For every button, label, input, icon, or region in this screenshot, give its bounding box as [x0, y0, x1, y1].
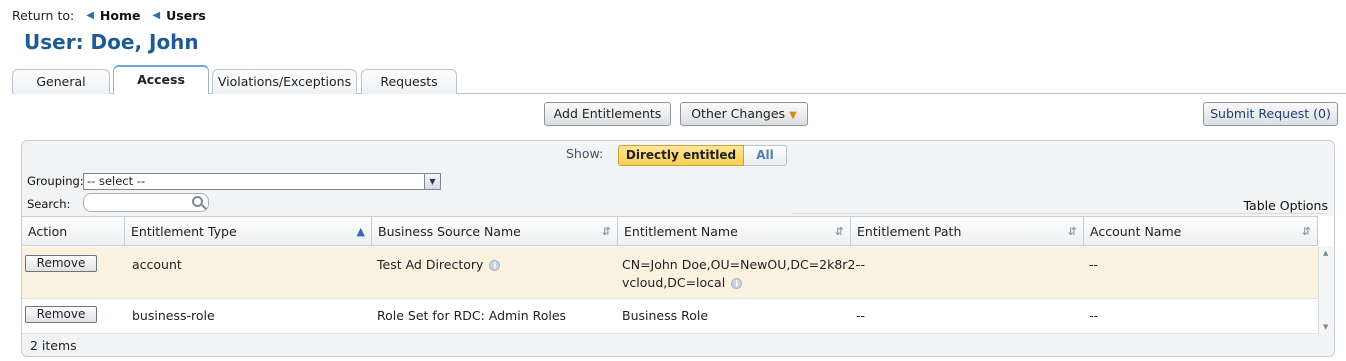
- account-name-cell: --: [1089, 257, 1099, 272]
- sort-ascending-icon: ▲: [356, 225, 365, 238]
- sort-icon: ⇵: [834, 225, 844, 238]
- return-bar: Return to: ◀ Home ◀ Users: [12, 7, 214, 23]
- scroll-down-icon[interactable]: ▼: [1323, 323, 1328, 331]
- entitlement-path-cell: --: [856, 257, 866, 272]
- tab-access[interactable]: Access: [113, 65, 209, 94]
- column-header-entitlement-path[interactable]: Entitlement Path ⇵: [851, 217, 1084, 246]
- entitlement-path-cell: --: [856, 308, 866, 323]
- column-header-entitlement-name[interactable]: Entitlement Name ⇵: [618, 217, 851, 246]
- return-link-users-label[interactable]: Users: [166, 8, 206, 23]
- table-row[interactable]: Remove business-role Role Set for RDC: A…: [22, 299, 1318, 334]
- column-header-action[interactable]: Action: [22, 217, 125, 246]
- tab-bar: General Access Violations/Exceptions Req…: [0, 65, 1346, 94]
- chevron-down-icon[interactable]: ▼: [424, 174, 440, 189]
- sort-icon: ⇵: [1301, 225, 1311, 238]
- grouping-select-value: -- select --: [87, 174, 146, 188]
- dropdown-arrow-icon: ▼: [789, 110, 797, 121]
- directly-entitled-toggle[interactable]: Directly entitled: [618, 145, 744, 166]
- entitlements-table: Action Entitlement Type ▲ Business Source…: [22, 216, 1334, 334]
- search-label: Search:: [27, 197, 71, 211]
- left-triangle-icon: ◀: [86, 10, 94, 21]
- add-entitlements-button[interactable]: Add Entitlements: [544, 102, 671, 126]
- business-source-name-cell: Role Set for RDC: Admin Roles: [377, 308, 567, 323]
- scroll-up-icon[interactable]: ▲: [1323, 249, 1328, 257]
- other-changes-label: Other Changes: [691, 106, 786, 121]
- all-toggle[interactable]: All: [744, 145, 787, 166]
- table-options-link[interactable]: Table Options: [1243, 198, 1328, 213]
- info-icon[interactable]: i: [731, 278, 743, 289]
- left-triangle-icon: ◀: [152, 10, 161, 21]
- tab-requests[interactable]: Requests: [361, 69, 457, 94]
- sort-icon: ⇵: [1067, 225, 1077, 238]
- info-icon[interactable]: i: [489, 260, 501, 271]
- search-icon[interactable]: [192, 196, 203, 207]
- account-name-cell: --: [1089, 308, 1099, 323]
- column-header-business-source-name[interactable]: Business Source Name ⇵: [372, 217, 618, 246]
- return-link-users[interactable]: ◀ Users: [152, 8, 205, 23]
- vertical-scrollbar[interactable]: ▲ ▼: [1318, 246, 1334, 334]
- return-link-home-label[interactable]: Home: [100, 8, 141, 23]
- tab-violations-exceptions[interactable]: Violations/Exceptions: [212, 69, 357, 94]
- show-label: Show:: [566, 146, 604, 161]
- remove-button[interactable]: Remove: [25, 255, 97, 272]
- sort-icon: ⇵: [601, 225, 611, 238]
- page-title: User: Doe, John: [24, 30, 199, 54]
- entitlement-name-cell: CN=John Doe,OU=NewOU,DC=2k8r2- vcloud,DC…: [622, 257, 860, 290]
- table-header: Action Entitlement Type ▲ Business Source…: [22, 216, 1318, 246]
- return-label: Return to:: [12, 8, 75, 23]
- column-header-entitlement-type[interactable]: Entitlement Type ▲: [125, 217, 372, 246]
- entitlement-name-cell: Business Role: [622, 308, 709, 323]
- entitlement-type-cell: business-role: [132, 308, 215, 323]
- grouping-label: Grouping:: [27, 174, 84, 188]
- tab-general[interactable]: General: [12, 69, 110, 94]
- submit-request-button[interactable]: Submit Request (0): [1203, 102, 1338, 126]
- other-changes-button[interactable]: Other Changes ▼: [680, 102, 808, 126]
- return-link-home[interactable]: ◀ Home: [86, 8, 140, 23]
- grouping-select[interactable]: -- select -- ▼: [83, 173, 441, 190]
- table-row[interactable]: Remove account Test Ad Directory i CN=Jo…: [22, 247, 1318, 299]
- entitlement-type-cell: account: [132, 257, 182, 272]
- business-source-name-cell: Test Ad Directory i: [377, 256, 501, 274]
- search-input[interactable]: [83, 193, 209, 212]
- item-count: 2 items: [30, 338, 77, 353]
- table-options-divider: [792, 213, 1327, 214]
- column-header-account-name[interactable]: Account Name ⇵: [1084, 217, 1318, 246]
- remove-button[interactable]: Remove: [25, 306, 97, 323]
